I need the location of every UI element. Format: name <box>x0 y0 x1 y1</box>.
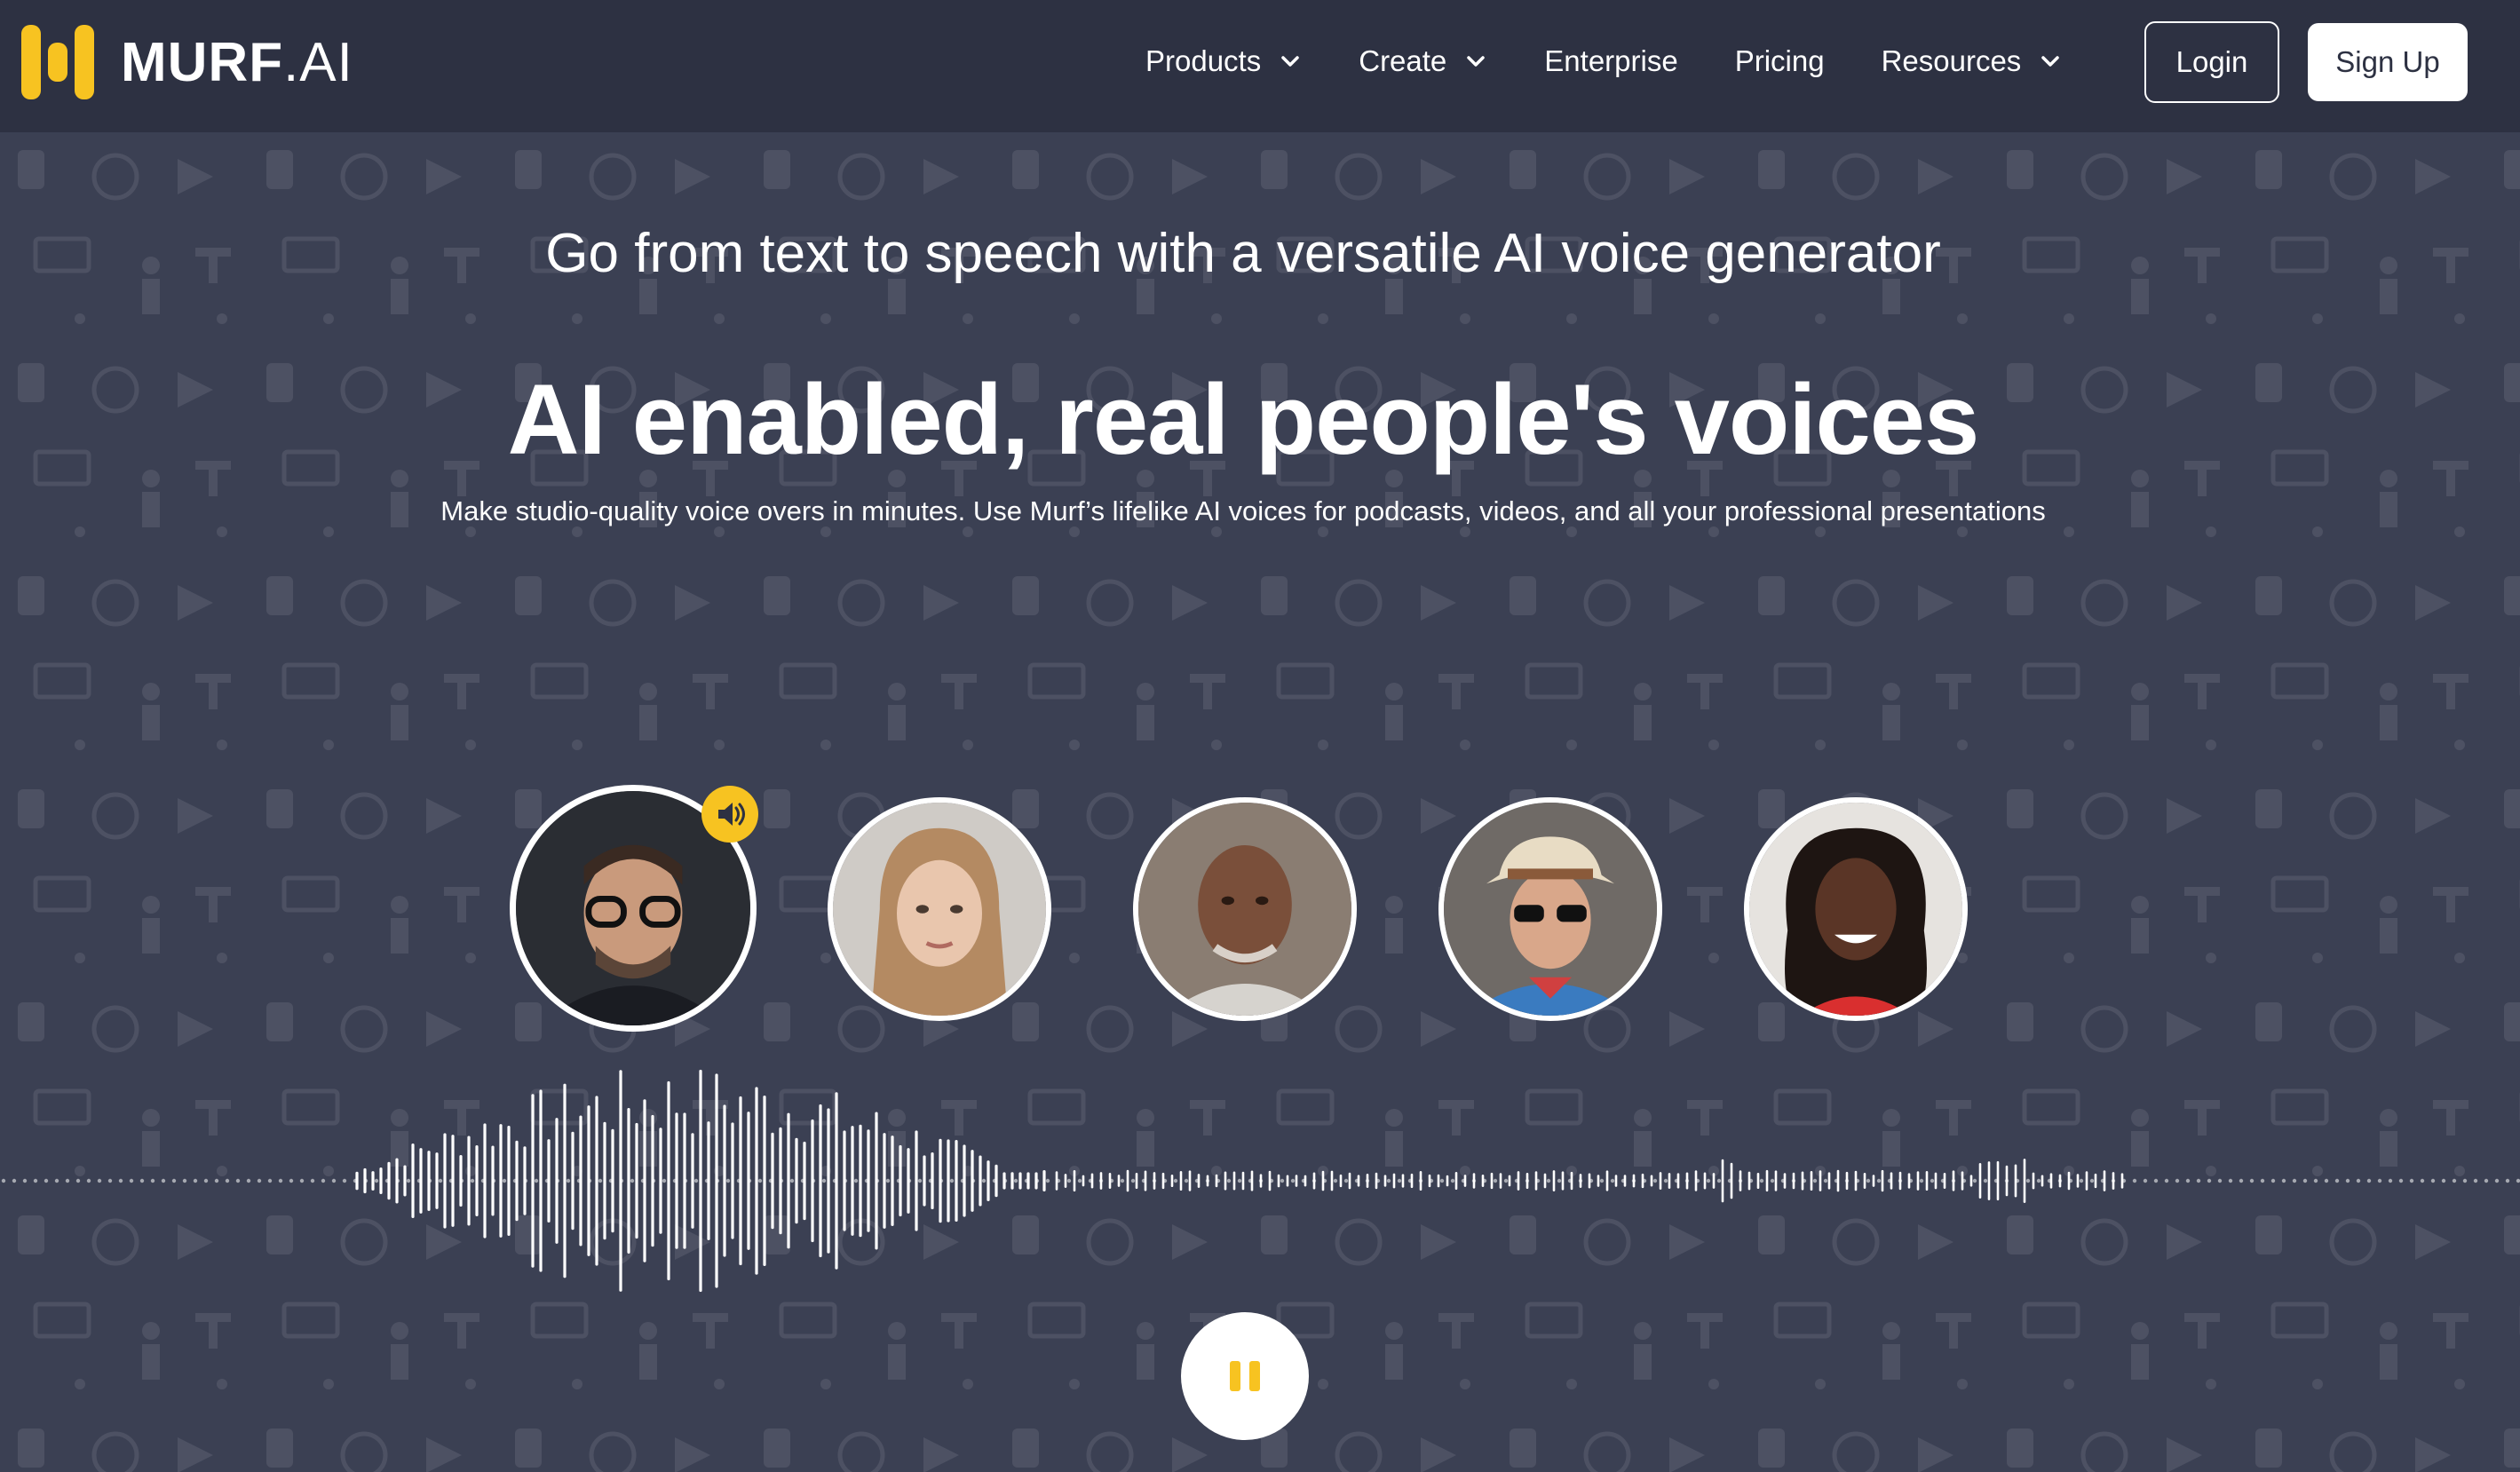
nav-pricing[interactable]: Pricing <box>1735 44 1825 78</box>
nav-products-label: Products <box>1145 44 1262 77</box>
signup-button[interactable]: Sign Up <box>2308 23 2468 101</box>
voice-avatar-3[interactable] <box>1133 797 1357 1021</box>
voice-avatar-2[interactable] <box>828 797 1051 1021</box>
pause-button[interactable] <box>1181 1312 1309 1440</box>
hero-description: Make studio-quality voice overs in minut… <box>440 495 2046 526</box>
nav-resources[interactable]: Resources <box>1882 44 2063 78</box>
voice-avatar-4[interactable] <box>1438 797 1662 1021</box>
avatar-portrait-woman-curly <box>1749 803 1962 1016</box>
logo-wordmark: MURF.AI <box>121 31 353 93</box>
nav-enterprise-label: Enterprise <box>1544 44 1678 77</box>
chevron-down-icon <box>1467 56 1486 67</box>
murf-logo[interactable]: MURF.AI <box>21 25 353 99</box>
nav-products[interactable]: Products <box>1145 44 1302 78</box>
avatar-portrait-man-bald <box>1138 803 1351 1016</box>
nav-enterprise[interactable]: Enterprise <box>1544 44 1677 78</box>
nav-pricing-label: Pricing <box>1734 44 1825 77</box>
top-navbar: MURF.AI Products Create Enterprise Prici… <box>0 0 2520 132</box>
avatar-portrait-woman-blonde <box>833 803 1046 1016</box>
login-button[interactable]: Login <box>2144 21 2279 103</box>
nav-create-label: Create <box>1359 44 1447 77</box>
avatar-portrait-man-hat <box>1444 803 1657 1016</box>
hero-subtitle: Go from text to speech with a versatile … <box>545 223 1941 284</box>
murf-logo-icon <box>21 25 94 99</box>
chevron-down-icon <box>1281 56 1299 67</box>
hero-title: AI enabled, real people's voices <box>507 364 1980 475</box>
pause-icon <box>1225 1361 1264 1391</box>
nav-resources-label: Resources <box>1881 44 2022 77</box>
chevron-down-icon <box>2041 56 2060 67</box>
main-nav: Products Create Enterprise Pricing Resou… <box>1145 32 2119 91</box>
audio-waveform <box>1 1069 2520 1293</box>
nav-create[interactable]: Create <box>1359 44 1487 78</box>
voice-avatar-5[interactable] <box>1744 797 1968 1021</box>
speaker-icon <box>701 786 758 843</box>
page: MURF.AI Products Create Enterprise Prici… <box>0 0 2520 1472</box>
